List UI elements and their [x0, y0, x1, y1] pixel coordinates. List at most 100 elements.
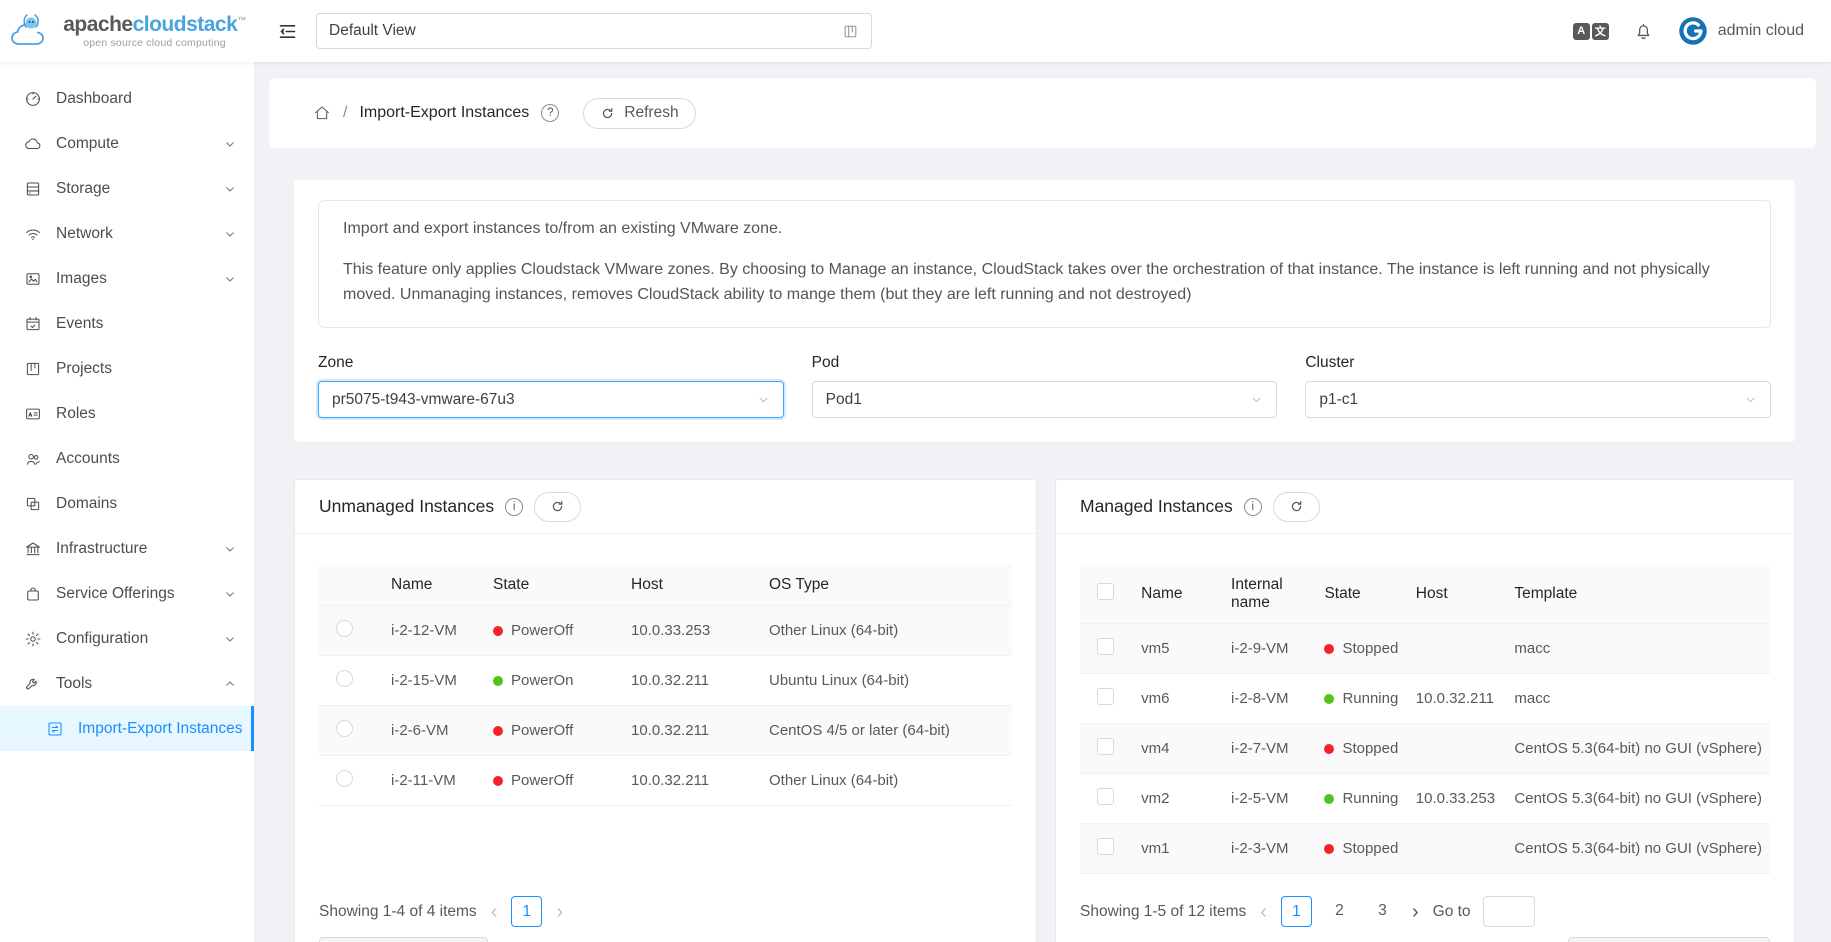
sidebar-item-events[interactable]: Events [0, 301, 254, 346]
sidebar-item-import-export-instances[interactable]: Import-Export Instances [0, 706, 254, 751]
cell-host [1408, 824, 1507, 874]
row-checkbox[interactable] [1097, 838, 1114, 855]
bank-icon [24, 540, 42, 558]
chevron-down-icon [224, 273, 236, 285]
row-radio[interactable] [336, 620, 353, 637]
project-view-icon [842, 23, 859, 40]
cloud-icon [24, 135, 42, 153]
managed-table-row[interactable]: vm5 i-2-9-VM Stopped macc [1080, 624, 1770, 674]
cell-name: vm1 [1133, 824, 1223, 874]
sidebar-collapse-icon[interactable] [277, 21, 298, 42]
cell-template: macc [1506, 674, 1770, 724]
chevron-down-icon [224, 588, 236, 600]
page-button[interactable]: 1 [1281, 896, 1312, 927]
sidebar-item-network[interactable]: Network [0, 211, 254, 256]
state-dot [1324, 844, 1334, 854]
cell-host: 10.0.33.253 [1408, 774, 1507, 824]
sidebar-item-roles[interactable]: Roles [0, 391, 254, 436]
chevron-down-icon [224, 543, 236, 555]
view-selector-value: Default View [329, 22, 416, 40]
view-selector[interactable]: Default View [316, 13, 872, 49]
brand-logo[interactable]: apachecloudstack™ open source cloud comp… [0, 0, 255, 62]
sidebar-item-projects[interactable]: Projects [0, 346, 254, 391]
wrench-icon [24, 675, 42, 693]
select-all-checkbox[interactable] [1097, 583, 1114, 600]
notifications-bell-icon[interactable] [1633, 21, 1654, 42]
content-area: / Import-Export Instances ? Refresh Impo… [255, 62, 1831, 942]
user-menu[interactable]: admin cloud [1678, 16, 1804, 46]
managed-table-row[interactable]: vm2 i-2-5-VM Running 10.0.33.253 CentOS … [1080, 774, 1770, 824]
sidebar-item-domains[interactable]: Domains [0, 481, 254, 526]
filters-card: Import and export instances to/from an e… [294, 180, 1795, 442]
cell-internal-name: i-2-9-VM [1223, 624, 1316, 674]
dashboard-icon [24, 90, 42, 108]
next-page-button[interactable]: › [554, 902, 565, 922]
row-checkbox[interactable] [1097, 638, 1114, 655]
info-icon[interactable]: i [505, 498, 523, 516]
row-checkbox[interactable] [1097, 688, 1114, 705]
row-checkbox[interactable] [1097, 738, 1114, 755]
state-dot [493, 626, 503, 636]
zone-select[interactable]: pr5075-t943-vmware-67u3 [318, 381, 784, 418]
cell-state: PowerOff [511, 622, 573, 639]
sidebar-item-compute[interactable]: Compute [0, 121, 254, 166]
unmanaged-table-row[interactable]: i-2-11-VM PowerOff 10.0.32.211 Other Lin… [319, 756, 1012, 806]
cell-state: PowerOff [511, 772, 573, 789]
sidebar-item-accounts[interactable]: Accounts [0, 436, 254, 481]
sidebar-item-dashboard[interactable]: Dashboard [0, 76, 254, 121]
unmanaged-table-row[interactable]: i-2-6-VM PowerOff 10.0.32.211 CentOS 4/5… [319, 706, 1012, 756]
cell-template: macc [1506, 624, 1770, 674]
cell-host: 10.0.32.211 [623, 706, 761, 756]
translate-icon[interactable]: A文 [1573, 23, 1609, 40]
pod-select-value: Pod1 [826, 391, 862, 409]
help-icon[interactable]: ? [541, 104, 559, 122]
user-name: admin cloud [1718, 22, 1804, 40]
unmanaged-table-row[interactable]: i-2-12-VM PowerOff 10.0.33.253 Other Lin… [319, 606, 1012, 656]
import-instance-button[interactable]: Import Instance [319, 937, 488, 942]
block-icon [24, 495, 42, 513]
cluster-select[interactable]: p1-c1 [1305, 381, 1771, 418]
row-radio[interactable] [336, 720, 353, 737]
cluster-filter: Cluster p1-c1 [1305, 354, 1771, 418]
unmanaged-table-row[interactable]: i-2-15-VM PowerOn 10.0.32.211 Ubuntu Lin… [319, 656, 1012, 706]
managed-reload-button[interactable] [1273, 492, 1320, 522]
row-radio[interactable] [336, 770, 353, 787]
sidebar-item-infrastructure[interactable]: Infrastructure [0, 526, 254, 571]
refresh-button[interactable]: Refresh [583, 98, 695, 129]
unmanaged-reload-button[interactable] [534, 492, 581, 522]
unmanage-instance-button[interactable]: Unmanage Instance [1568, 937, 1770, 942]
sidebar-item-images[interactable]: Images [0, 256, 254, 301]
info-icon[interactable]: i [1244, 498, 1262, 516]
next-page-button[interactable]: › [1410, 902, 1421, 922]
sidebar-item-service-offerings[interactable]: Service Offerings [0, 571, 254, 616]
brand-tagline: open source cloud computing [63, 38, 246, 49]
cell-state: Stopped [1342, 840, 1398, 857]
page-button[interactable]: 2 [1324, 896, 1355, 927]
zone-label: Zone [318, 354, 784, 372]
goto-page-input[interactable] [1483, 896, 1535, 927]
home-icon[interactable] [313, 104, 331, 122]
row-checkbox[interactable] [1097, 788, 1114, 805]
page-button[interactable]: 3 [1367, 896, 1398, 927]
prev-page-button[interactable]: ‹ [489, 902, 500, 922]
sidebar: Dashboard Compute Storage Network Images… [0, 62, 255, 942]
reload-icon [600, 106, 615, 121]
cell-internal-name: i-2-7-VM [1223, 724, 1316, 774]
sidebar-item-configuration[interactable]: Configuration [0, 616, 254, 661]
cell-internal-name: i-2-5-VM [1223, 774, 1316, 824]
sidebar-item-storage[interactable]: Storage [0, 166, 254, 211]
sidebar-item-tools[interactable]: Tools [0, 661, 254, 706]
managed-table: Name Internal name State Host Template [1080, 565, 1770, 874]
managed-table-row[interactable]: vm4 i-2-7-VM Stopped CentOS 5.3(64-bit) … [1080, 724, 1770, 774]
managed-table-row[interactable]: vm6 i-2-8-VM Running 10.0.32.211 macc [1080, 674, 1770, 724]
cell-name: i-2-11-VM [383, 756, 485, 806]
prev-page-button[interactable]: ‹ [1258, 902, 1269, 922]
page-button[interactable]: 1 [511, 896, 542, 927]
pod-select[interactable]: Pod1 [812, 381, 1278, 418]
row-radio[interactable] [336, 670, 353, 687]
cell-name: i-2-12-VM [383, 606, 485, 656]
chevron-down-icon [224, 138, 236, 150]
managed-table-row[interactable]: vm1 i-2-3-VM Stopped CentOS 5.3(64-bit) … [1080, 824, 1770, 874]
app-header: apachecloudstack™ open source cloud comp… [0, 0, 1831, 62]
pod-label: Pod [812, 354, 1278, 372]
